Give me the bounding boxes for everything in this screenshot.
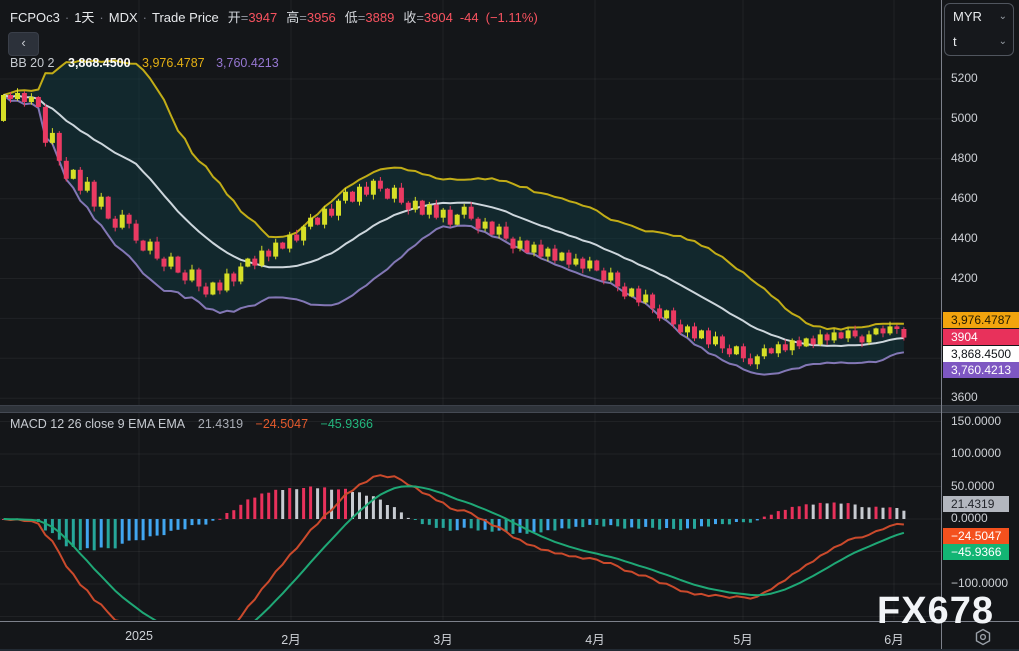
macd-title: MACD 12 26 close 9 EMA EMA (10, 417, 185, 431)
bb-indicator-legend[interactable]: BB 20 2 3,868.4500 3,976.4787 3,760.4213 (10, 56, 279, 70)
time-axis-label[interactable]: 2025 (125, 629, 153, 643)
bb-basis-price-label: 3,868.4500 (943, 346, 1019, 362)
macd-line-axis-label: −24.5047 (943, 528, 1009, 544)
close-label: 收 (403, 10, 417, 25)
bb-upper-price-label: 3,976.4787 (943, 312, 1019, 328)
high-value: 3956 (306, 10, 336, 25)
macd-axis-tick: 150.0000 (951, 413, 1002, 428)
exchange-label: MDX (108, 10, 138, 25)
macd-axis-tick: 0.0000 (951, 511, 988, 525)
open-label: 开 (227, 10, 241, 25)
change-percent: (−1.11%) (485, 10, 538, 25)
time-axis-label[interactable]: 4月 (585, 629, 604, 648)
macd-indicator-legend[interactable]: MACD 12 26 close 9 EMA EMA 21.4319 −24.5… (10, 417, 373, 431)
time-axis-label[interactable]: 5月 (733, 629, 752, 648)
macd-hist-axis-label: 21.4319 (943, 496, 1009, 512)
bb-upper-value: 3,976.4787 (142, 56, 205, 70)
time-axis[interactable]: 2025 2月 3月 4月 5月 6月 (0, 621, 1019, 651)
macd-pane (2, 474, 906, 620)
price-axis-tick: 5200 (951, 71, 978, 85)
macd-signal-value: −45.9366 (320, 417, 373, 431)
macd-signal-axis-label: −45.9366 (943, 544, 1009, 560)
price-type-label: Trade Price (152, 10, 219, 25)
separator-dot: · (99, 10, 104, 25)
macd-hist-value: 21.4319 (197, 417, 244, 431)
open-value: 3947 (248, 10, 278, 25)
price-scale-axis[interactable]: 3,976.4787 3904 3,868.4500 3,760.4213 21… (941, 0, 1019, 621)
pane-divider[interactable] (0, 405, 1019, 413)
low-label: 低 (344, 10, 358, 25)
currency-value: MYR (953, 9, 982, 24)
time-axis-label[interactable]: 3月 (433, 629, 452, 648)
equals-sign: = (299, 10, 307, 25)
time-axis-label[interactable]: 2月 (281, 629, 300, 648)
trading-chart-app: FCPOc3 · 1天 · MDX · Trade Price 开=3947 高=3956 低=3… (0, 0, 1019, 651)
chevron-down-icon: ⌄ (998, 11, 1007, 22)
macd-axis-tick: −100.0000 (951, 576, 1009, 590)
bb-name: BB (10, 56, 27, 70)
fx678-watermark: FX678 (877, 590, 994, 632)
close-value: 3904 (423, 10, 453, 25)
currency-select[interactable]: MYR ⌄ (945, 4, 1013, 29)
currency-unit-selector: MYR ⌄ t ⌄ (944, 3, 1014, 56)
unit-value: t (953, 34, 957, 49)
separator-dot: · (64, 10, 70, 25)
price-axis-tick: 4200 (951, 270, 978, 285)
symbol-header: FCPOc3 · 1天 · MDX · Trade Price 开=3947 高=3956 低=3… (10, 7, 538, 26)
price-axis-tick: 4400 (951, 230, 978, 245)
price-and-macd-chart[interactable] (0, 0, 941, 621)
symbol-name[interactable]: FCPOc3 (10, 10, 60, 25)
macd-histogram (2, 486, 906, 551)
separator-dot: · (142, 10, 147, 25)
macd-axis-tick: 50.0000 (951, 478, 995, 493)
bb-lower-price-label: 3,760.4213 (943, 362, 1019, 378)
price-axis-tick: 5000 (951, 110, 978, 125)
low-value: 3889 (365, 10, 395, 25)
change-value: -44 (459, 10, 479, 25)
high-label: 高 (286, 10, 300, 25)
equals-sign: = (416, 10, 424, 25)
bb-basis-value: 3,868.4500 (68, 56, 131, 70)
price-axis-tick: 3600 (951, 390, 978, 405)
price-axis-tick: 4600 (951, 190, 978, 205)
bb-lower-value: 3,760.4213 (216, 56, 279, 70)
last-price-label: 3904 (943, 329, 1019, 345)
unit-select[interactable]: t ⌄ (945, 29, 1013, 54)
interval-label[interactable]: 1天 (74, 10, 94, 25)
price-axis-tick: 4800 (951, 150, 978, 165)
price-pane (1, 59, 907, 376)
macd-axis-tick: 100.0000 (951, 446, 1002, 460)
chevron-down-icon: ⌄ (998, 36, 1007, 47)
bb-params: 20 2 (30, 56, 55, 70)
back-button[interactable]: ‹ (8, 32, 39, 56)
macd-line-value: −24.5047 (255, 417, 309, 431)
